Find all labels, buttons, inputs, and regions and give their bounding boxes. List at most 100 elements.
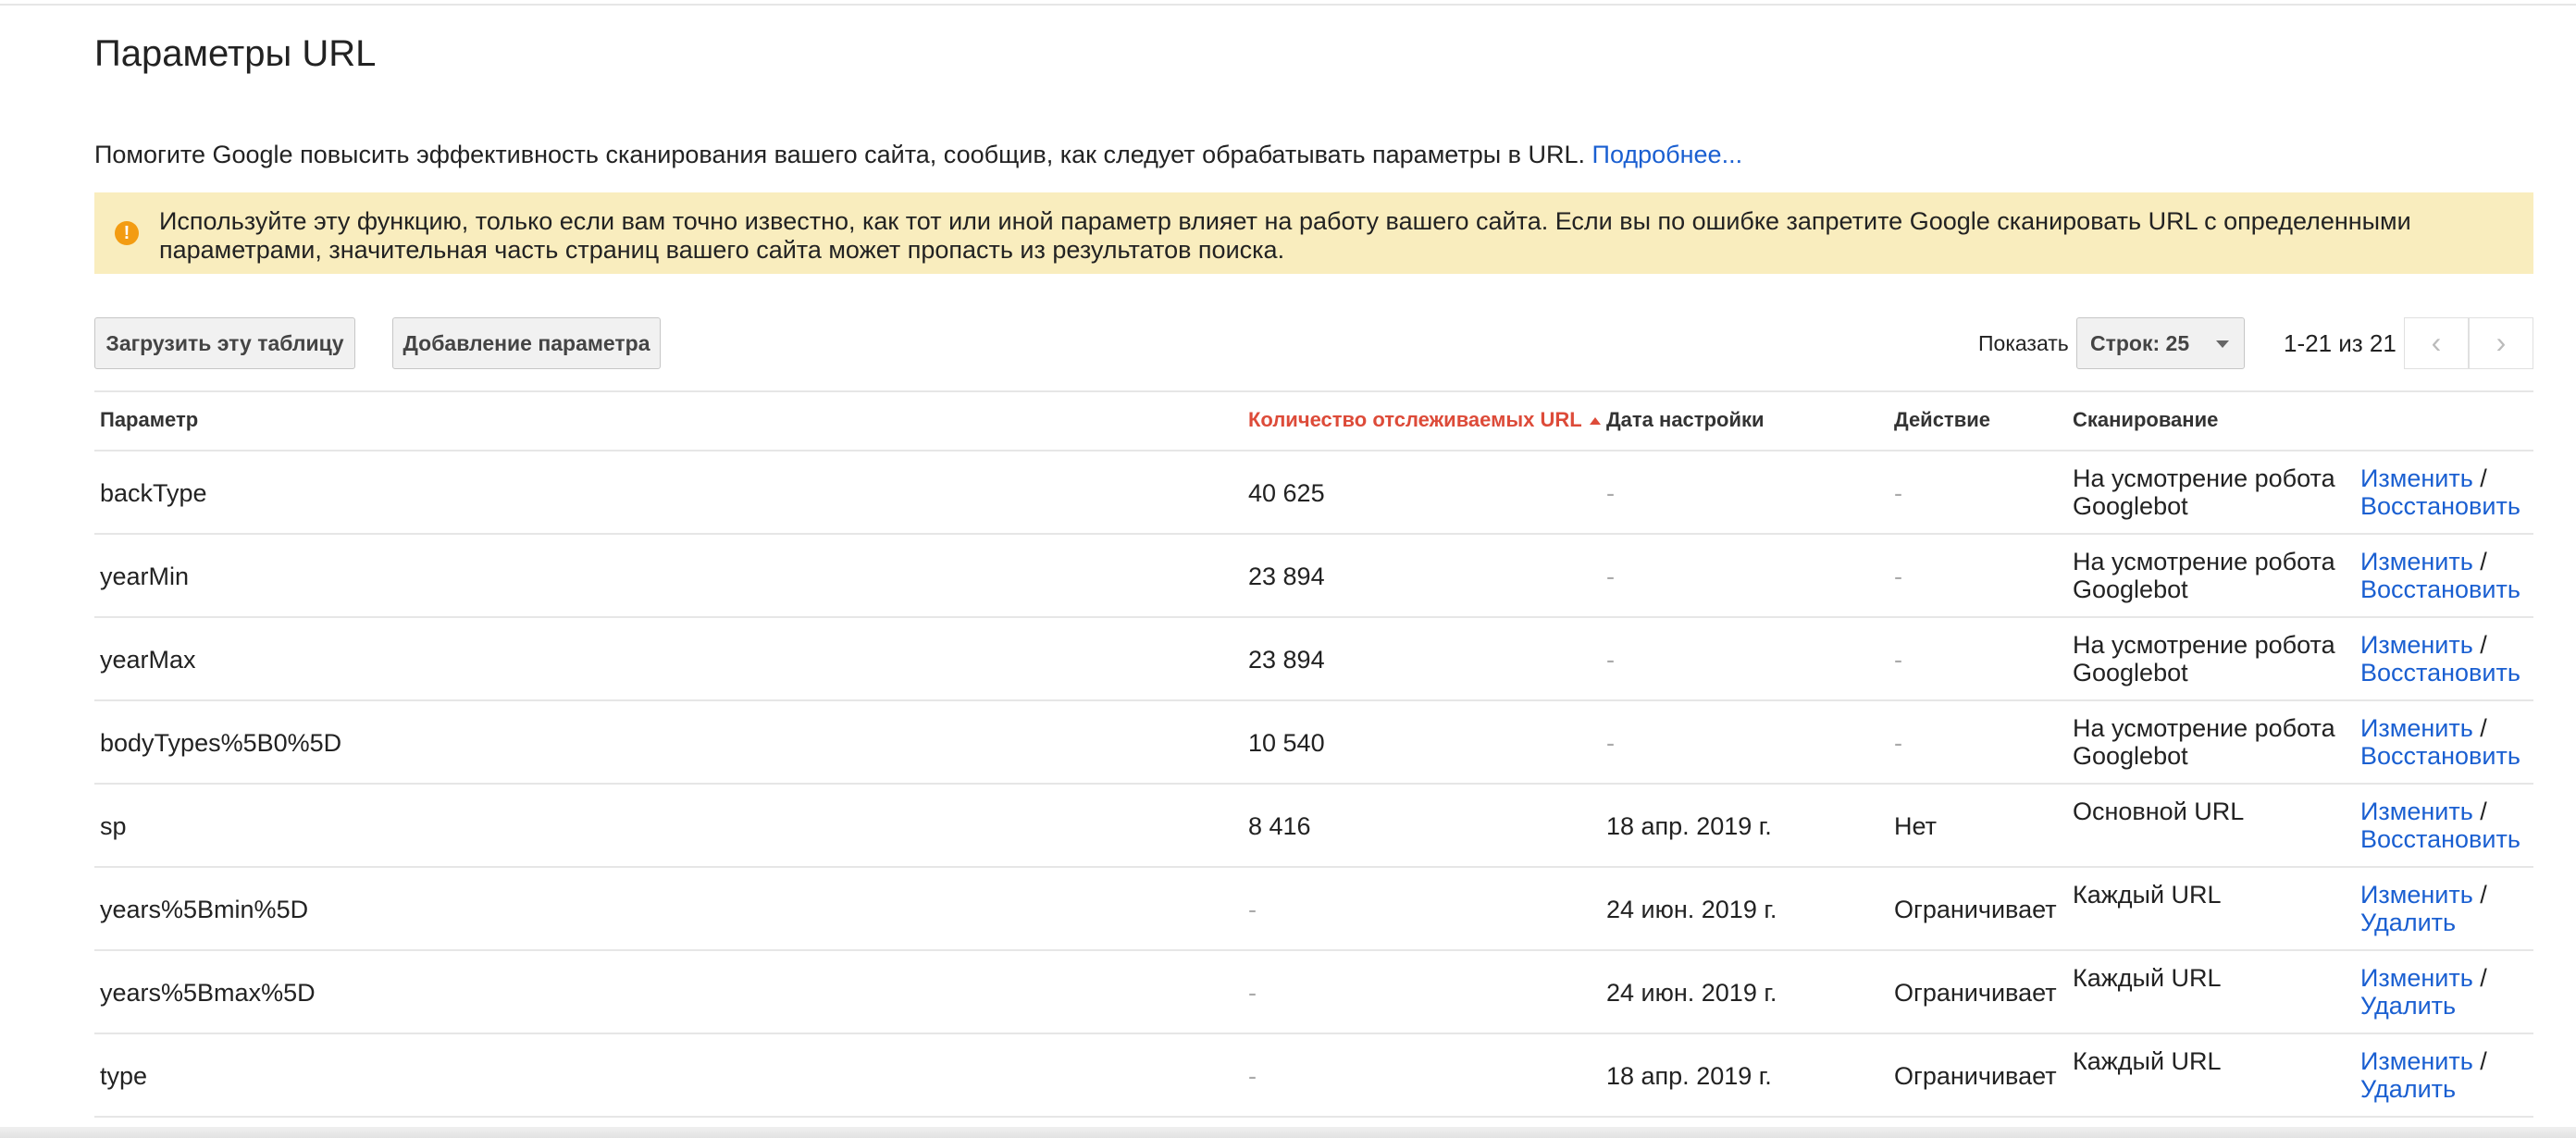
config-date: 18 апр. 2019 г. xyxy=(1606,1062,1772,1090)
config-date: 24 июн. 2019 г. xyxy=(1606,979,1777,1007)
param-action: - xyxy=(1894,479,1902,507)
table-row: years%5Bmin%5D - 24 июн. 2019 г. Ограничива… xyxy=(94,868,2533,951)
param-name: yearMax xyxy=(100,646,196,674)
intro-text-block: Помогите Google повысить эффективность с… xyxy=(94,141,1742,169)
top-divider xyxy=(0,0,2576,6)
pagination-range: 1-21 из 21 xyxy=(2284,329,2396,357)
crawl-setting: Каждый URL xyxy=(2073,881,2222,909)
edit-link[interactable]: Изменить xyxy=(2360,464,2473,492)
link-separator: / xyxy=(2472,1047,2487,1075)
restore-link[interactable]: Восстановить xyxy=(2360,742,2520,770)
tracked-url-count: 23 894 xyxy=(1248,646,1325,674)
delete-link[interactable]: Удалить xyxy=(2360,992,2456,1020)
param-name: years%5Bmin%5D xyxy=(100,896,309,923)
header-count-label: Количество отслеживаемых URL xyxy=(1248,408,1582,431)
edit-link[interactable]: Изменить xyxy=(2360,714,2473,742)
chevron-left-icon[interactable]: ‹ xyxy=(2404,317,2469,369)
table-top-divider xyxy=(94,390,2533,392)
chevron-down-icon xyxy=(2216,340,2229,348)
param-action: Ограничивает xyxy=(1894,1062,2057,1090)
restore-link[interactable]: Восстановить xyxy=(2360,825,2520,853)
show-label: Показать xyxy=(1978,331,2069,355)
edit-link[interactable]: Изменить xyxy=(2360,548,2473,575)
config-date: - xyxy=(1606,563,1615,590)
config-date: - xyxy=(1606,729,1615,757)
param-name: years%5Bmax%5D xyxy=(100,979,316,1007)
param-name: backType xyxy=(100,479,207,507)
crawl-setting: Каждый URL xyxy=(2073,964,2222,992)
rows-per-page-select[interactable]: Строк: 25 xyxy=(2076,317,2245,369)
row-actions: Изменить / Восстановить xyxy=(2360,714,2520,770)
restore-link[interactable]: Восстановить xyxy=(2360,575,2520,603)
param-name: sp xyxy=(100,812,127,840)
download-table-button[interactable]: Загрузить эту таблицу xyxy=(94,317,355,369)
table-row: bodyTypes%5B0%5D 10 540 - - На усмотрение ро… xyxy=(94,701,2533,785)
sort-ascending-icon xyxy=(1589,417,1601,426)
table-row: yearMax 23 894 - - На усмотрение робота Goog… xyxy=(94,618,2533,701)
header-date[interactable]: Дата настройки xyxy=(1606,408,1765,432)
table-row: yearMin 23 894 - - На усмотрение робота Goog… xyxy=(94,535,2533,618)
window-bottom-edge xyxy=(0,1127,2576,1138)
learn-more-link[interactable]: Подробнее... xyxy=(1592,141,1743,168)
param-action: - xyxy=(1894,646,1902,674)
link-separator: / xyxy=(2472,964,2487,992)
tracked-url-count: 23 894 xyxy=(1248,563,1325,590)
crawl-setting: На усмотрение робота Googlebot xyxy=(2073,714,2335,770)
header-count[interactable]: Количество отслеживаемых URL xyxy=(1248,408,1601,432)
tracked-url-count: - xyxy=(1248,896,1257,923)
delete-link[interactable]: Удалить xyxy=(2360,909,2456,936)
row-actions: Изменить / Восстановить xyxy=(2360,631,2520,687)
param-name: yearMin xyxy=(100,563,190,590)
table-row: sp 8 416 18 апр. 2019 г. Нет Основной URL Изм… xyxy=(94,785,2533,868)
restore-link[interactable]: Восстановить xyxy=(2360,492,2520,520)
param-name: bodyTypes%5B0%5D xyxy=(100,729,342,757)
table-row: backType 40 625 - - На усмотрение робота Goo… xyxy=(94,451,2533,535)
row-actions: Изменить / Удалить xyxy=(2360,881,2487,936)
param-action: - xyxy=(1894,563,1902,590)
link-separator: / xyxy=(2472,881,2487,909)
tracked-url-count: 40 625 xyxy=(1248,479,1325,507)
tracked-url-count: - xyxy=(1248,979,1257,1007)
header-crawl[interactable]: Сканирование xyxy=(2073,408,2218,432)
tracked-url-count: 10 540 xyxy=(1248,729,1325,757)
crawl-setting: Каждый URL xyxy=(2073,1047,2222,1075)
link-separator: / xyxy=(2472,548,2487,575)
table-row: years%5Bmax%5D - 24 июн. 2019 г. Ограничива… xyxy=(94,951,2533,1034)
row-actions: Изменить / Восстановить xyxy=(2360,798,2520,853)
warning-banner: ! Используйте эту функцию, только если в… xyxy=(94,192,2533,274)
delete-link[interactable]: Удалить xyxy=(2360,1075,2456,1103)
chevron-right-icon[interactable]: › xyxy=(2469,317,2533,369)
row-actions: Изменить / Удалить xyxy=(2360,1047,2487,1103)
edit-link[interactable]: Изменить xyxy=(2360,964,2473,992)
config-date: 24 июн. 2019 г. xyxy=(1606,896,1777,923)
link-separator: / xyxy=(2472,464,2487,492)
link-separator: / xyxy=(2472,798,2487,825)
crawl-setting: На усмотрение робота Googlebot xyxy=(2073,631,2335,687)
edit-link[interactable]: Изменить xyxy=(2360,1047,2473,1075)
crawl-setting: На усмотрение робота Googlebot xyxy=(2073,464,2335,520)
header-action[interactable]: Действие xyxy=(1894,408,1990,432)
param-action: Ограничивает xyxy=(1894,979,2057,1007)
table-row: type - 18 апр. 2019 г. Ограничивает Каждый U… xyxy=(94,1034,2533,1118)
exclamation-icon: ! xyxy=(115,221,139,245)
header-param[interactable]: Параметр xyxy=(100,408,198,432)
edit-link[interactable]: Изменить xyxy=(2360,798,2473,825)
page-title: Параметры URL xyxy=(94,33,377,74)
warning-text: Используйте эту функцию, только если вам… xyxy=(159,207,2411,264)
config-date: - xyxy=(1606,479,1615,507)
restore-link[interactable]: Восстановить xyxy=(2360,659,2520,687)
config-date: - xyxy=(1606,646,1615,674)
param-action: Ограничивает xyxy=(1894,896,2057,923)
link-separator: / xyxy=(2472,714,2487,742)
row-actions: Изменить / Восстановить xyxy=(2360,464,2520,520)
add-parameter-button[interactable]: Добавление параметра xyxy=(392,317,661,369)
crawl-setting: Основной URL xyxy=(2073,798,2245,825)
row-actions: Изменить / Восстановить xyxy=(2360,548,2520,603)
edit-link[interactable]: Изменить xyxy=(2360,881,2473,909)
tracked-url-count: 8 416 xyxy=(1248,812,1311,840)
param-name: type xyxy=(100,1062,148,1090)
edit-link[interactable]: Изменить xyxy=(2360,631,2473,659)
row-actions: Изменить / Удалить xyxy=(2360,964,2487,1020)
param-action: - xyxy=(1894,729,1902,757)
param-action: Нет xyxy=(1894,812,1937,840)
